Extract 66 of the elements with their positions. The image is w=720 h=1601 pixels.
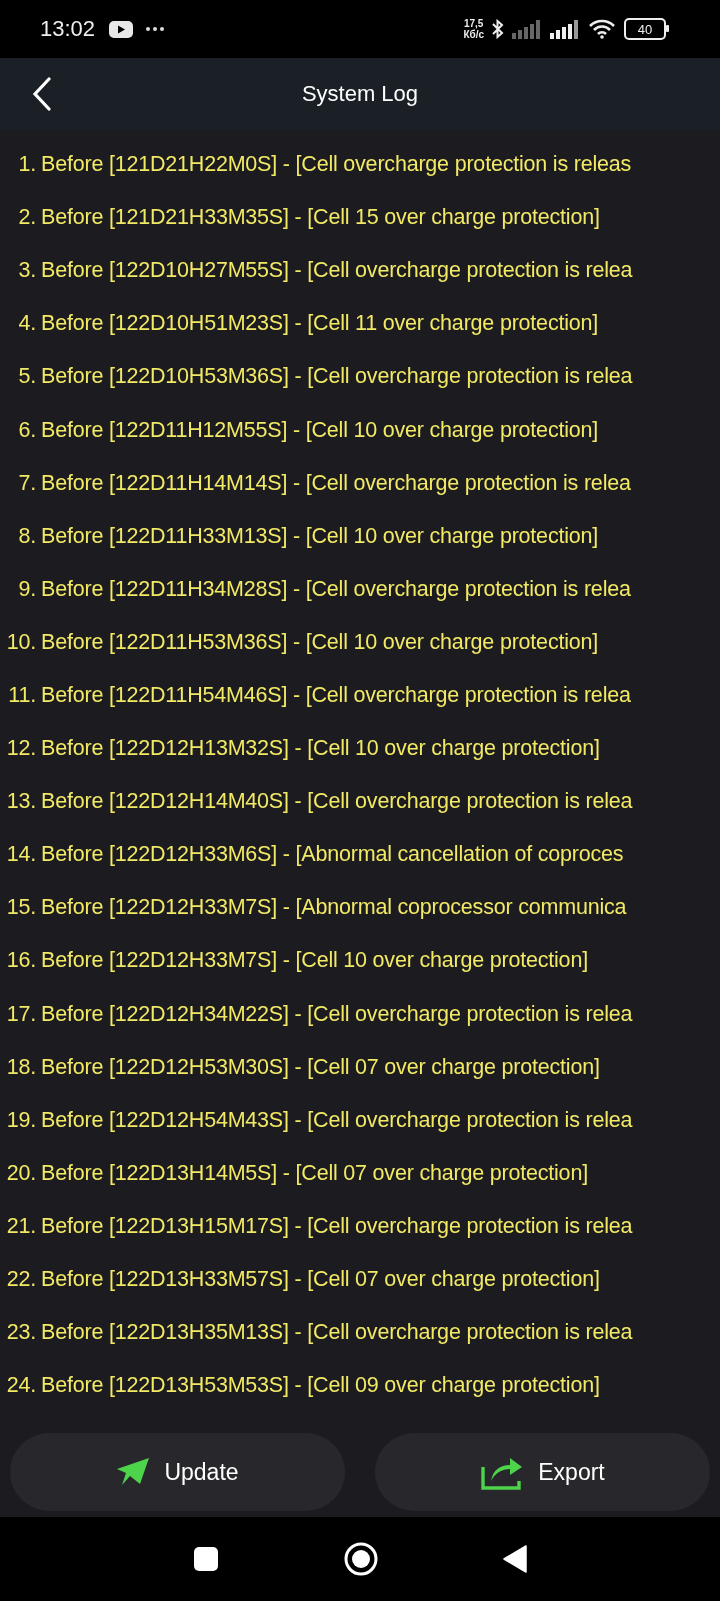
log-number: 19. xyxy=(5,1107,36,1133)
network-speed: 17,5 xyxy=(463,18,484,29)
paper-plane-icon xyxy=(116,1457,151,1487)
more-icon xyxy=(145,26,166,32)
log-number: 16. xyxy=(5,948,36,974)
log-entry: Before [122D11H34M28S] - [Cell overcharge protection is relea xyxy=(41,576,631,602)
log-entry: Before [122D13H14M5S] - [Cell 07 over charge protection] xyxy=(41,1160,588,1186)
log-entry: Before [122D12H14M40S] - [Cell overcharge protection is relea xyxy=(41,789,633,815)
log-entry: Before [122D13H35M13S] - [Cell overcharge protection is relea xyxy=(41,1320,633,1346)
log-number: 22. xyxy=(5,1267,36,1292)
log-number: 6. xyxy=(17,417,36,443)
status-time: 13:02 xyxy=(40,16,96,42)
log-entry: Before [122D12H13M32S] - [Cell 10 over charge protection] xyxy=(41,736,600,762)
log-number: 10. xyxy=(5,629,36,655)
log-entry: Before [121D21H22M0S] - [Cell overcharge protection is releas xyxy=(41,152,632,178)
log-entry: Before [122D13H33M57S] - [Cell 07 over charge protection] xyxy=(41,1267,600,1292)
log-entry: Before [122D12H33M7S] - [Abnormal coprocessor communica xyxy=(41,895,627,921)
log-number: 18. xyxy=(5,1054,36,1080)
log-number: 1. xyxy=(17,152,36,178)
log-entry: Before [122D11H33M13S] - [Cell 10 over charge protection] xyxy=(41,523,599,549)
export-button[interactable]: Export xyxy=(375,1433,710,1511)
update-button[interactable]: Update xyxy=(10,1433,345,1511)
wifi-icon xyxy=(588,19,616,39)
log-entry: Before [122D11H12M55S] - [Cell 10 over charge protection] xyxy=(41,417,599,443)
signal-icon xyxy=(512,19,542,39)
log-number: 8. xyxy=(17,523,36,549)
log-number: 4. xyxy=(17,311,36,337)
video-app-icon xyxy=(109,20,134,38)
log-entry: Before [122D12H33M7S] - [Cell 10 over charge protection] xyxy=(41,948,588,974)
signal-icon xyxy=(550,19,580,39)
log-number: 14. xyxy=(5,842,36,868)
log-number: 13. xyxy=(5,789,36,815)
battery-icon: 40 xyxy=(624,18,666,40)
log-number: 7. xyxy=(17,470,36,496)
log-entry: Before [122D11H14M14S] - [Cell overcharge protection is relea xyxy=(41,470,631,496)
log-number: 11. xyxy=(7,683,36,708)
log-entry: Before [122D11H53M36S] - [Cell 10 over charge protection] xyxy=(41,629,599,655)
log-number: 23. xyxy=(5,1320,36,1346)
log-number: 2. xyxy=(17,205,36,231)
log-number: 9. xyxy=(17,576,36,602)
back-icon[interactable] xyxy=(503,1545,527,1573)
log-entry: Before [121D21H33M35S] - [Cell 15 over charge protection] xyxy=(41,205,600,231)
log-number: 15. xyxy=(5,895,36,921)
screen-title: System Log xyxy=(301,81,419,107)
back-icon[interactable] xyxy=(32,77,52,111)
log-entry: Before [122D12H33M6S] - [Abnormal cancellation of coproces xyxy=(41,842,624,868)
log-entry: Before [122D13H53M53S] - [Cell 09 over charge protection] xyxy=(41,1373,600,1399)
log-number: 5. xyxy=(17,364,36,390)
log-entry: Before [122D12H34M22S] - [Cell overcharge protection is relea xyxy=(41,1001,633,1027)
log-entry: Before [122D13H15M17S] - [Cell overcharge protection is relea xyxy=(41,1213,633,1239)
log-number: 3. xyxy=(17,258,36,284)
home-icon[interactable] xyxy=(344,1542,378,1576)
log-entry: Before [122D10H27M55S] - [Cell overcharge protection is relea xyxy=(41,258,633,284)
recents-icon[interactable] xyxy=(193,1546,219,1572)
log-number: 24. xyxy=(5,1373,36,1399)
log-entry: Before [122D11H54M46S] - [Cell overcharge protection is relea xyxy=(41,683,631,708)
log-entry: Before [122D10H51M23S] - [Cell 11 over charge protection] xyxy=(41,311,599,337)
log-number: 21. xyxy=(5,1213,36,1239)
log-number: 17. xyxy=(5,1001,36,1027)
log-number: 12. xyxy=(5,736,36,762)
bluetooth-icon xyxy=(492,19,504,39)
log-entry: Before [122D12H53M30S] - [Cell 07 over charge protection] xyxy=(41,1054,600,1080)
log-entry: Before [122D10H53M36S] - [Cell overcharge protection is relea xyxy=(41,364,633,390)
log-entry: Before [122D12H54M43S] - [Cell overcharge protection is relea xyxy=(41,1107,633,1133)
network-speed-unit: Кб/с xyxy=(463,29,484,40)
log-number: 20. xyxy=(5,1160,36,1186)
